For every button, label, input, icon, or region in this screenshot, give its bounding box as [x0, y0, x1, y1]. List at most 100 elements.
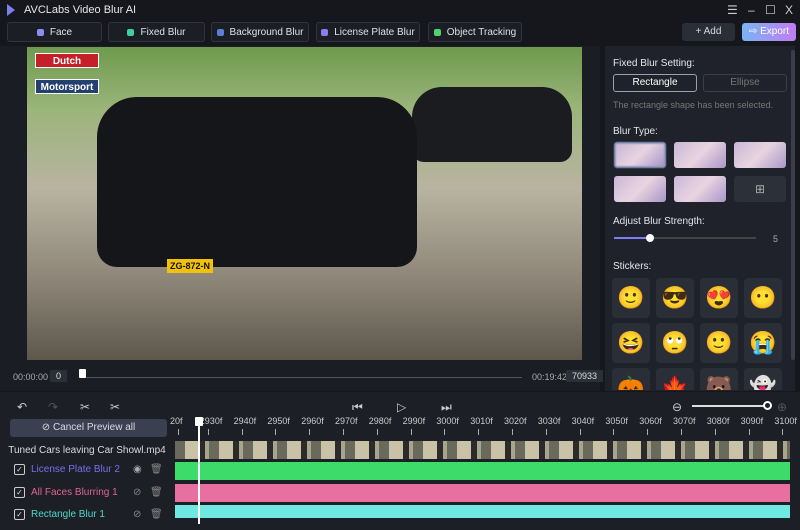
previous-frame-icon[interactable]: ⏮: [352, 400, 363, 415]
track-label: Rectangle Blur 1: [31, 509, 105, 520]
sticker[interactable]: 🙂: [612, 278, 650, 318]
track-bar[interactable]: [175, 484, 790, 502]
object-tracking-icon: [433, 28, 441, 36]
blur-type-pixel[interactable]: [734, 142, 786, 168]
sticker[interactable]: 😍: [700, 278, 738, 318]
trash-icon[interactable]: 🗑: [150, 487, 163, 498]
track-bar[interactable]: [175, 462, 790, 480]
start-time: 00:00:00: [13, 372, 49, 382]
eye-off-icon[interactable]: ⊘: [133, 487, 141, 498]
seek-bar[interactable]: [82, 377, 522, 378]
current-frame-input[interactable]: 0: [50, 370, 68, 382]
ruler-tick: 3040f: [572, 416, 594, 435]
tab-background-blur[interactable]: Background Blur: [211, 22, 309, 42]
cut-icon[interactable]: ✂: [110, 400, 120, 414]
sticker[interactable]: 😶: [744, 278, 782, 318]
blur-type-radial[interactable]: [614, 176, 666, 202]
end-time: 00:19:42: [532, 372, 568, 382]
checkbox[interactable]: ✓: [14, 509, 25, 520]
tab-fixed-blur[interactable]: Fixed Blur: [108, 22, 205, 42]
watermark-logo: Dutch: [35, 53, 99, 68]
rectangle-button[interactable]: Rectangle: [613, 74, 697, 92]
sticker[interactable]: 😎: [656, 278, 694, 318]
ruler-tick: 3100f: [774, 416, 797, 435]
checkbox[interactable]: ✓: [14, 464, 25, 475]
ruler-tick: 2970f: [335, 416, 358, 435]
custom-image-icon[interactable]: ⊞: [734, 176, 786, 202]
undo-icon[interactable]: ↶: [17, 400, 27, 414]
video-preview[interactable]: ZG-872-N Dutch Motorsport: [27, 47, 582, 360]
fixed-blur-icon: [127, 28, 135, 36]
face-icon: [36, 28, 44, 36]
blur-type-scatter[interactable]: [674, 176, 726, 202]
next-frame-icon[interactable]: ⏭: [441, 400, 452, 415]
track-bar[interactable]: [175, 505, 790, 518]
tab-face[interactable]: Face: [7, 22, 102, 42]
ruler-tick: 3080f: [707, 416, 729, 435]
video-thumbnail-track[interactable]: [175, 441, 790, 459]
car-image: [412, 87, 572, 162]
trash-icon[interactable]: 🗑: [150, 509, 163, 520]
track-label: All Faces Blurring 1: [31, 487, 118, 498]
track-row[interactable]: ✓ Rectangle Blur 1: [14, 509, 105, 520]
sticker[interactable]: 🙂: [700, 323, 738, 363]
sticker-grid: 🙂 😎 😍 😶 😆 🙄 🙂 😭 🎃 🍁 🐻 👻: [612, 278, 788, 390]
ruler-tick: 2990f: [403, 416, 425, 435]
zoom-handle[interactable]: [763, 401, 772, 410]
checkbox[interactable]: ✓: [14, 487, 25, 498]
ruler-tick: 2980f: [369, 416, 391, 435]
tab-license-plate-blur[interactable]: License Plate Blur: [316, 22, 420, 42]
ruler-tick: 2950f: [267, 416, 290, 435]
strength-title: Adjust Blur Strength:: [613, 216, 705, 227]
sticker[interactable]: 😆: [612, 323, 650, 363]
minimize-button[interactable]: –: [748, 3, 755, 17]
menu-icon[interactable]: ☰: [727, 3, 738, 17]
zoom-out-icon[interactable]: ⊖: [672, 400, 682, 414]
ruler-tick: 3010f: [470, 416, 493, 435]
trash-icon[interactable]: 🗑: [150, 464, 163, 475]
maximize-button[interactable]: ☐: [765, 3, 776, 17]
ellipse-button[interactable]: Ellipse: [703, 74, 787, 92]
sticker[interactable]: 🐻: [700, 368, 738, 390]
track-row[interactable]: ✓ All Faces Blurring 1: [14, 487, 118, 498]
strength-handle[interactable]: [645, 234, 654, 242]
eye-icon[interactable]: ◉: [133, 464, 142, 475]
eye-off-icon[interactable]: ⊘: [133, 509, 141, 520]
sticker[interactable]: 🙄: [656, 323, 694, 363]
ruler-tick: 3070f: [673, 416, 696, 435]
tab-object-tracking[interactable]: Object Tracking: [428, 22, 522, 42]
license-plate-icon: [321, 28, 329, 36]
strength-slider[interactable]: [614, 237, 756, 239]
add-button[interactable]: + Add: [682, 23, 735, 41]
ruler-tick: 3000f: [436, 416, 459, 435]
eye-off-icon: ⊘: [41, 422, 53, 433]
close-button[interactable]: X: [785, 3, 793, 17]
stickers-title: Stickers:: [613, 261, 652, 272]
total-frames: 70933: [566, 370, 604, 382]
sticker[interactable]: 🍁: [656, 368, 694, 390]
ruler-tick: 3030f: [538, 416, 560, 435]
zoom-in-icon[interactable]: ⊕: [777, 400, 787, 414]
blur-type-gaussian[interactable]: [614, 142, 666, 168]
export-button[interactable]: ⇨ Export: [742, 23, 796, 41]
ruler-tick: 2930f: [200, 416, 222, 435]
panel-scrollbar[interactable]: [791, 50, 795, 360]
sticker[interactable]: 👻: [744, 368, 782, 390]
cancel-preview-button[interactable]: ⊘ Cancel Preview all: [10, 419, 167, 437]
playhead-handle[interactable]: [195, 417, 203, 426]
sticker[interactable]: 🎃: [612, 368, 650, 390]
split-icon[interactable]: ✂: [80, 400, 90, 414]
seek-handle[interactable]: [79, 369, 86, 378]
blur-type-mosaic[interactable]: [674, 142, 726, 168]
blur-type-title: Blur Type:: [613, 126, 658, 137]
redo-icon[interactable]: ↷: [48, 400, 58, 414]
playhead[interactable]: [198, 420, 200, 524]
timeline-ruler[interactable]: 20f 2930f 2940f 2950f 2960f 2970f 2980f 2990f 30…: [170, 416, 800, 438]
cancel-preview-label: Cancel Preview all: [52, 422, 136, 433]
license-plate: ZG-872-N: [167, 259, 213, 273]
play-icon[interactable]: ▷: [397, 400, 406, 414]
sticker[interactable]: 😭: [744, 323, 782, 363]
zoom-slider[interactable]: [692, 405, 768, 407]
track-row[interactable]: ✓ License Plate Blur 2: [14, 464, 120, 475]
shape-note: The rectangle shape has been selected.: [613, 100, 774, 110]
